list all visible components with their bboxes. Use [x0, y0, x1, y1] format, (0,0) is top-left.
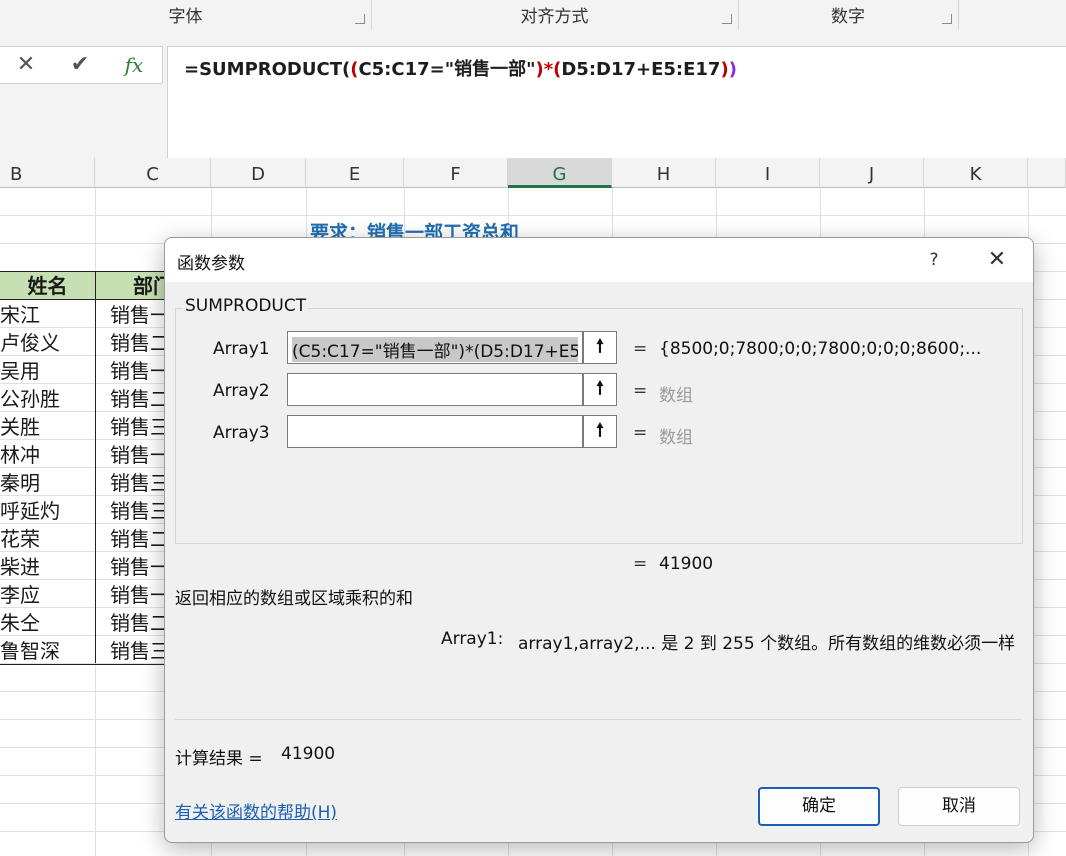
gridline [0, 215, 1066, 216]
formula-input[interactable]: =SUMPRODUCT((C5:C17="销售一部")*(D5:D17+E5:E… [167, 46, 1066, 176]
table-border [95, 271, 96, 663]
function-help-link[interactable]: 有关该函数的帮助(H) [175, 798, 337, 823]
array3-equals: = [633, 423, 648, 443]
formula-bar-buttons: ✕ ✔ fx [0, 46, 163, 84]
arg-label-array3: Array3 [213, 423, 270, 443]
ribbon-group-alignment: 对齐方式 [371, 0, 739, 30]
ribbon-group-font: 字体 [0, 0, 372, 30]
column-header-next[interactable] [1028, 158, 1066, 188]
ribbon-group-number: 数字 [738, 0, 959, 30]
close-icon[interactable]: ✕ [977, 242, 1017, 278]
formula-part-criteria: C5:C17="销售一部" [358, 59, 536, 80]
ribbon-group-bar: 字体 对齐方式 数字 [0, 0, 1066, 31]
divider [175, 719, 1021, 720]
help-icon[interactable]: ? [917, 244, 951, 276]
column-header-H[interactable]: H [612, 158, 716, 188]
cancel-button[interactable]: 取消 [898, 787, 1020, 826]
collapse-arrow-icon: 🠕 [596, 378, 604, 399]
formula-part-sum-range: D5:D17+E5:E17 [561, 59, 721, 80]
ribbon-group-number-label: 数字 [831, 7, 865, 27]
function-arguments-dialog: 函数参数 ? ✕ SUMPRODUCT Array1 (C5:C17="销售一部… [164, 237, 1034, 843]
column-header-D[interactable]: D [211, 158, 306, 188]
argument-description: array1,array2,... 是 2 到 255 个数组。所有数组的维数必… [518, 634, 1016, 654]
formula-part-paren: ) [535, 59, 544, 80]
column-header-E[interactable]: E [306, 158, 404, 188]
array1-equals: = [633, 339, 648, 359]
function-name: SUMPRODUCT [183, 296, 309, 316]
array3-input[interactable] [287, 415, 583, 448]
collapse-arrow-icon: 🠕 [596, 420, 604, 441]
formula-part-func: =SUMPRODUCT( [184, 59, 351, 80]
font-dialog-launcher-icon[interactable] [355, 14, 365, 24]
column-header-J[interactable]: J [820, 158, 924, 188]
formula-text: =SUMPRODUCT((C5:C17="销售一部")*(D5:D17+E5:E… [184, 55, 737, 81]
array2-equals: = [633, 381, 648, 401]
arg-label-array2: Array2 [213, 381, 270, 401]
array2-result: 数组 [659, 386, 693, 406]
array1-value: (C5:C17="销售一部")*(D5:D17+E5:E17) [292, 337, 578, 362]
formula-part-paren: ) [728, 59, 737, 80]
array1-collapse-button[interactable]: 🠕 [583, 331, 617, 364]
ribbon-group-font-label: 字体 [168, 7, 203, 27]
arg-label-array1: Array1 [213, 339, 270, 359]
column-header-G[interactable]: G [508, 158, 612, 188]
column-header-C[interactable]: C [95, 158, 211, 188]
formula-result: 41900 [659, 554, 714, 574]
formula-result-equals: = [633, 554, 648, 574]
array2-input[interactable] [287, 373, 583, 406]
array3-result: 数组 [659, 428, 693, 448]
column-header-I[interactable]: I [716, 158, 820, 188]
array3-collapse-button[interactable]: 🠕 [583, 415, 617, 448]
array2-collapse-button[interactable]: 🠕 [583, 373, 617, 406]
calc-result-value: 41900 [281, 744, 336, 764]
insert-function-icon[interactable]: fx [114, 47, 154, 83]
dialog-title-bar[interactable]: 函数参数 ? ✕ [165, 238, 1033, 282]
column-header-K[interactable]: K [924, 158, 1028, 188]
array1-result: {8500;0;7800;0;0;7800;0;0;0;8600;... [659, 339, 982, 359]
enter-icon[interactable]: ✔ [60, 47, 100, 83]
function-description: 返回相应的数组或区域乘积的和 [175, 589, 413, 609]
dialog-title: 函数参数 [177, 254, 245, 274]
calc-result-label: 计算结果 = [175, 749, 263, 769]
formula-part-operator: * [543, 59, 554, 80]
argument-description-name: Array1: [441, 629, 504, 649]
alignment-dialog-launcher-icon[interactable] [722, 14, 732, 24]
formula-part-paren: ) [720, 59, 729, 80]
number-dialog-launcher-icon[interactable] [942, 14, 952, 24]
column-header-B[interactable]: B [0, 158, 95, 188]
array1-input[interactable]: (C5:C17="销售一部")*(D5:D17+E5:E17) [287, 331, 583, 364]
column-header-F[interactable]: F [404, 158, 508, 188]
ok-button[interactable]: 确定 [758, 787, 880, 826]
ribbon-group-alignment-label: 对齐方式 [520, 7, 589, 27]
cancel-icon[interactable]: ✕ [6, 47, 46, 83]
formula-bar: ✕ ✔ fx =SUMPRODUCT((C5:C17="销售一部")*(D5:D… [0, 30, 1066, 176]
collapse-arrow-icon: 🠕 [596, 336, 604, 357]
